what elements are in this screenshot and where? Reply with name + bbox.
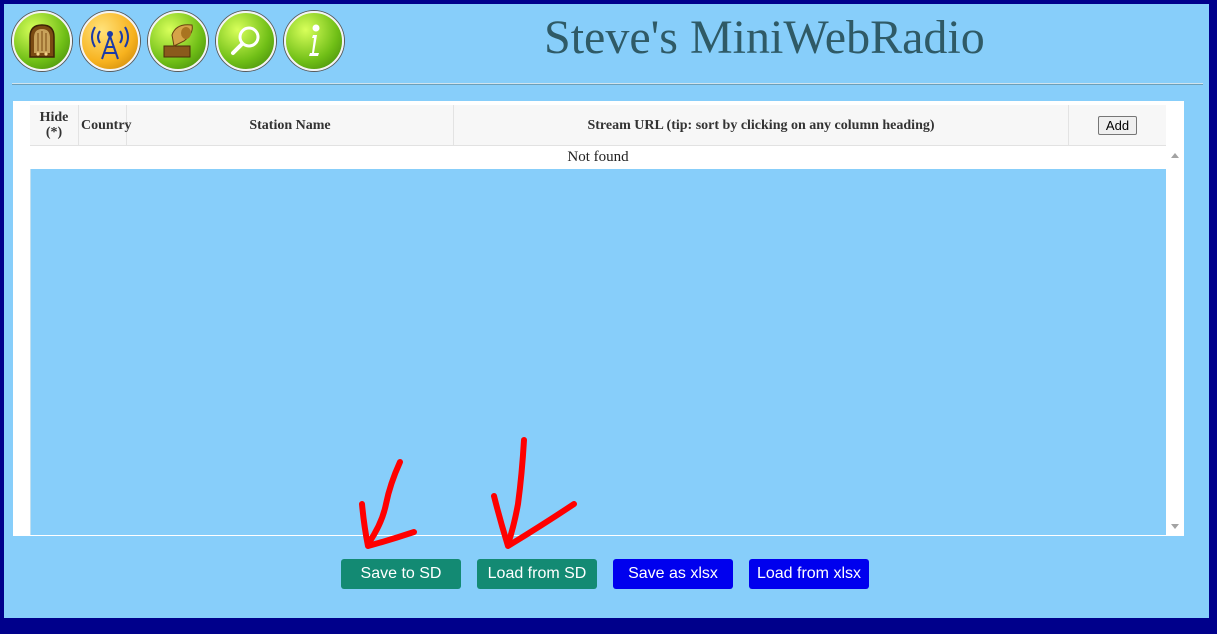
empty-message: Not found (30, 146, 1166, 168)
scroll-up-icon[interactable] (1171, 153, 1179, 158)
antenna-icon[interactable] (80, 11, 140, 71)
column-header-country[interactable]: Country (79, 105, 132, 145)
table-header: Hide (*) Country Station Name Stream URL… (30, 105, 1166, 146)
page-title: Steve's MiniWebRadio (544, 11, 985, 64)
add-column: Add (1069, 105, 1166, 145)
info-icon[interactable] (284, 11, 344, 71)
column-header-stream-url[interactable]: Stream URL (tip: sort by clicking on any… (454, 105, 1069, 145)
column-header-station-name[interactable]: Station Name (127, 105, 454, 145)
app-frame: Steve's MiniWebRadio Hide (*) Country St… (4, 4, 1209, 618)
table-scrollbar[interactable] (1166, 146, 1184, 535)
load-from-xlsx-button[interactable]: Load from xlsx (749, 559, 869, 589)
column-header-hide[interactable]: Hide (*) (30, 105, 79, 145)
save-to-sd-button[interactable]: Save to SD (341, 559, 461, 589)
radio-icon[interactable] (12, 11, 72, 71)
search-icon[interactable] (216, 11, 276, 71)
station-list-area[interactable] (30, 169, 1167, 535)
load-from-sd-button[interactable]: Load from SD (477, 559, 597, 589)
scroll-down-icon[interactable] (1171, 524, 1179, 529)
save-as-xlsx-button[interactable]: Save as xlsx (613, 559, 733, 589)
station-table: Hide (*) Country Station Name Stream URL… (13, 101, 1184, 536)
add-button[interactable]: Add (1097, 115, 1138, 135)
gramophone-icon[interactable] (148, 11, 208, 71)
header-divider (12, 83, 1203, 85)
